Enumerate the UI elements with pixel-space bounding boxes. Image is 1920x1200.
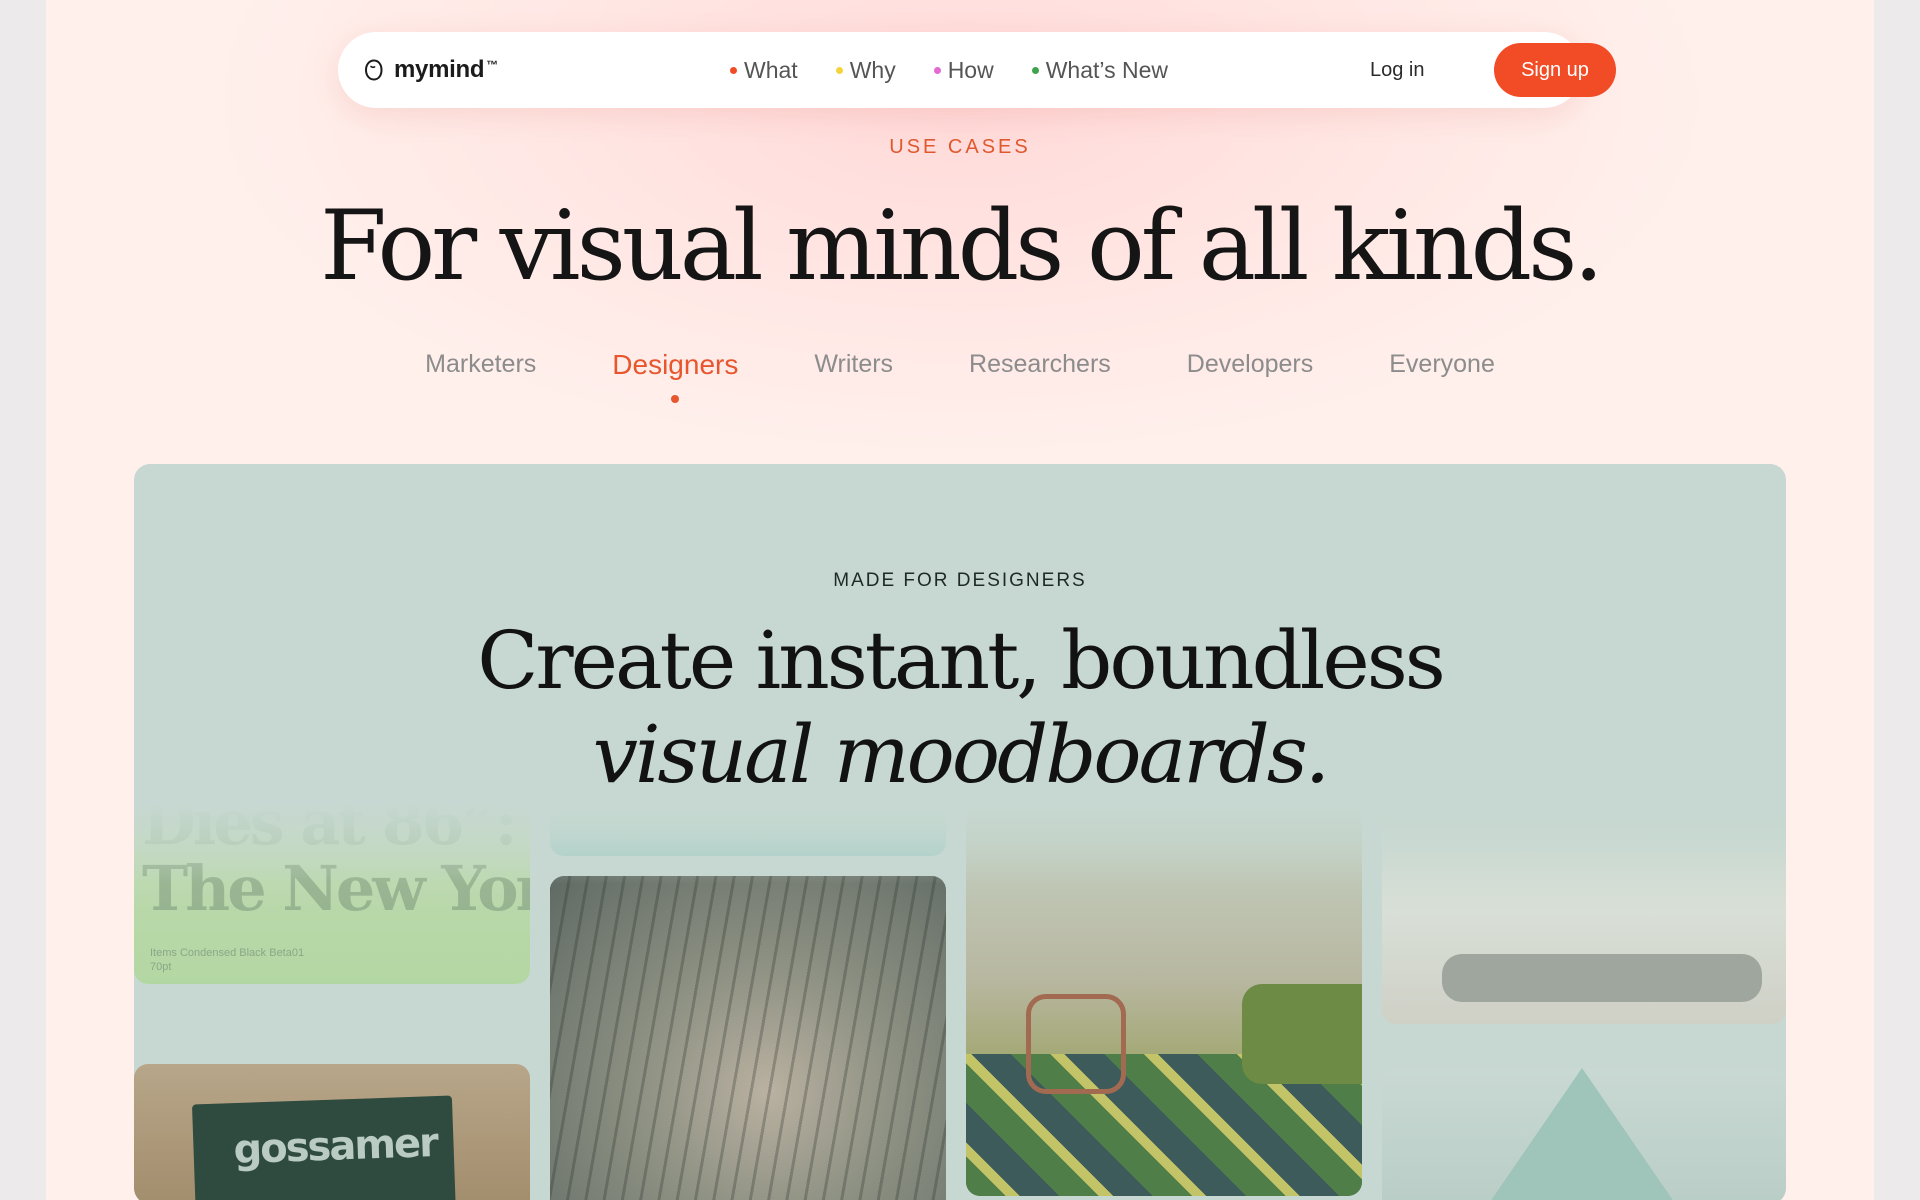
- book-cover: gossamer: [191, 1095, 457, 1200]
- page: mymind ™ What Why How What’s New Log in S…: [46, 0, 1874, 1200]
- hero-title: For visual minds of all kinds.: [320, 190, 1604, 302]
- portrait-image: [550, 876, 946, 1200]
- chair-image: [1026, 994, 1126, 1094]
- login-link[interactable]: Log in: [1370, 32, 1425, 108]
- brand-name: mymind ™: [394, 56, 498, 83]
- moodboard-tile-sculpture[interactable]: [1382, 1068, 1786, 1200]
- couch-image: [1442, 954, 1762, 1002]
- tab-everyone[interactable]: Everyone: [1389, 350, 1495, 382]
- card-title-line2: visual moodboards.: [592, 708, 1330, 801]
- nav-links: What Why How What’s New: [730, 32, 1168, 108]
- tab-researchers[interactable]: Researchers: [969, 350, 1111, 382]
- tab-developers[interactable]: Developers: [1187, 350, 1313, 382]
- mymind-logo-icon: [364, 59, 383, 81]
- newspaper-headline: Dies at 86”: The New York: [142, 804, 530, 925]
- moodboard-tile-typography[interactable]: Dies at 86”: The New York Items Condense…: [134, 804, 530, 984]
- moodboard-tile-living-room[interactable]: [1382, 804, 1786, 1024]
- sculpture-image: [1472, 1068, 1692, 1200]
- tab-designers[interactable]: Designers: [612, 349, 738, 403]
- moodboard-tile-portrait[interactable]: [550, 876, 946, 1200]
- tab-writers[interactable]: Writers: [814, 350, 893, 382]
- nav-link-why[interactable]: Why: [835, 57, 896, 84]
- nav-dot-icon: [933, 66, 941, 74]
- signup-button[interactable]: Sign up: [1494, 43, 1616, 97]
- nav-dot-icon: [1031, 66, 1039, 74]
- sofa-image: [1242, 984, 1362, 1084]
- nav-dot-icon: [835, 66, 843, 74]
- designers-use-case-card: MADE FOR DESIGNERS Create instant, bound…: [134, 464, 1786, 1200]
- nav-dot-icon: [730, 66, 737, 74]
- nav-link-whats-new[interactable]: What’s New: [1031, 57, 1168, 84]
- moodboard-tile-swatch[interactable]: [550, 804, 946, 856]
- active-tab-indicator: [671, 395, 680, 403]
- brand-logo[interactable]: mymind ™: [362, 52, 498, 88]
- card-title-line1: Create instant, boundless: [477, 614, 1446, 707]
- moodboard-tile-interior[interactable]: [966, 804, 1362, 1196]
- use-cases-eyebrow: USE CASES: [889, 136, 1031, 158]
- use-case-tabs: Marketers Designers Writers Researchers …: [46, 349, 1874, 403]
- top-nav: mymind ™ What Why How What’s New Log in S…: [338, 32, 1616, 108]
- font-specimen-meta: Items Condensed Black Beta01 70pt: [150, 947, 305, 973]
- card-eyebrow: MADE FOR DESIGNERS: [833, 570, 1087, 591]
- nav-link-how[interactable]: How: [933, 57, 994, 84]
- moodboard-tile-book[interactable]: gossamer: [134, 1064, 530, 1200]
- card-title: Create instant, boundless visual moodboa…: [134, 614, 1786, 802]
- nav-link-what[interactable]: What: [730, 57, 798, 84]
- tab-marketers[interactable]: Marketers: [425, 350, 536, 382]
